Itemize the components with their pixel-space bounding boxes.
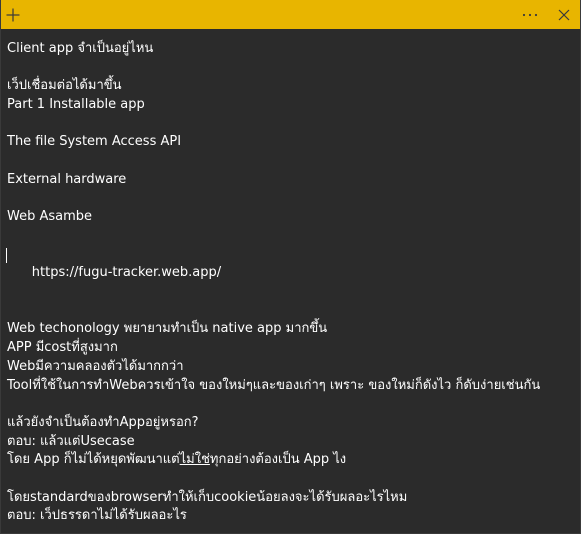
note-line: Client app จำเป็นอยู่ไหน <box>7 41 154 56</box>
note-line: Toolที่ใช้ในการทำWebควรเข้าใจ ของใหม่ๆแล… <box>7 377 541 393</box>
note-line: Webมีความคลองตัวได้มากกว่า <box>7 358 184 374</box>
note-line: Web techonology พยายามทำเป็น native app … <box>7 321 328 337</box>
note-line: APP มีcostที่สูงมาก <box>7 340 118 356</box>
note-line <box>7 115 574 134</box>
note-line: External hardware <box>7 171 127 187</box>
note-line <box>7 302 574 321</box>
title-bar[interactable] <box>1 0 580 29</box>
note-line-part: ทุกอย่างต้องเป็น App ไง <box>209 452 347 468</box>
note-text-area[interactable]: Client app จำเป็นอยู่ไหน เว็ปเชื่อมต่อได… <box>6 40 574 526</box>
note-line-part: โดย App ก็ไม่ได้หยุดพัฒนาแต่ <box>7 452 180 468</box>
plus-icon <box>6 8 20 21</box>
note-line <box>7 152 574 171</box>
note-line: ตอบ: แล้วแต่Usecase <box>7 433 135 449</box>
underlined-text: ไม่ใช่ <box>179 452 210 468</box>
note-line: Web Asambe <box>7 209 93 225</box>
note-line <box>7 227 574 246</box>
note-line: แล้วยังจำเป็นต้องทำAppอยู่หรอก? <box>7 414 199 430</box>
ellipsis-icon <box>522 13 538 16</box>
note-line: ตอบ: เว็ปธรรดาไม่ได้รับผลอะไร <box>7 508 187 524</box>
note-line <box>7 59 574 78</box>
note-line: Part 1 Installable app <box>7 97 145 113</box>
note-line-url: https://fugu-tracker.web.app/ <box>6 246 574 302</box>
title-bar-actions <box>516 0 580 29</box>
text-caret <box>6 247 7 263</box>
close-icon <box>558 9 570 20</box>
note-line <box>7 470 574 489</box>
note-line: เว็ปเชื่อมต่อได้มาขึ้น <box>7 78 122 94</box>
note-line: The file System Access API <box>7 134 182 150</box>
sticky-note-window: Client app จำเป็นอยู่ไหน เว็ปเชื่อมต่อได… <box>0 0 581 534</box>
note-line: โดย App ก็ไม่ได้หยุดพัฒนาแต่ไม่ใช่ทุกอย่… <box>7 451 574 470</box>
menu-button[interactable] <box>516 0 544 29</box>
url-text: https://fugu-tracker.web.app/ <box>31 265 222 281</box>
note-line <box>7 395 574 414</box>
note-line: โดยstandardของbrowserทำให้เก็บcookieน้อย… <box>7 489 408 505</box>
new-note-button[interactable] <box>1 0 25 29</box>
note-line <box>7 190 574 209</box>
close-button[interactable] <box>552 0 576 29</box>
